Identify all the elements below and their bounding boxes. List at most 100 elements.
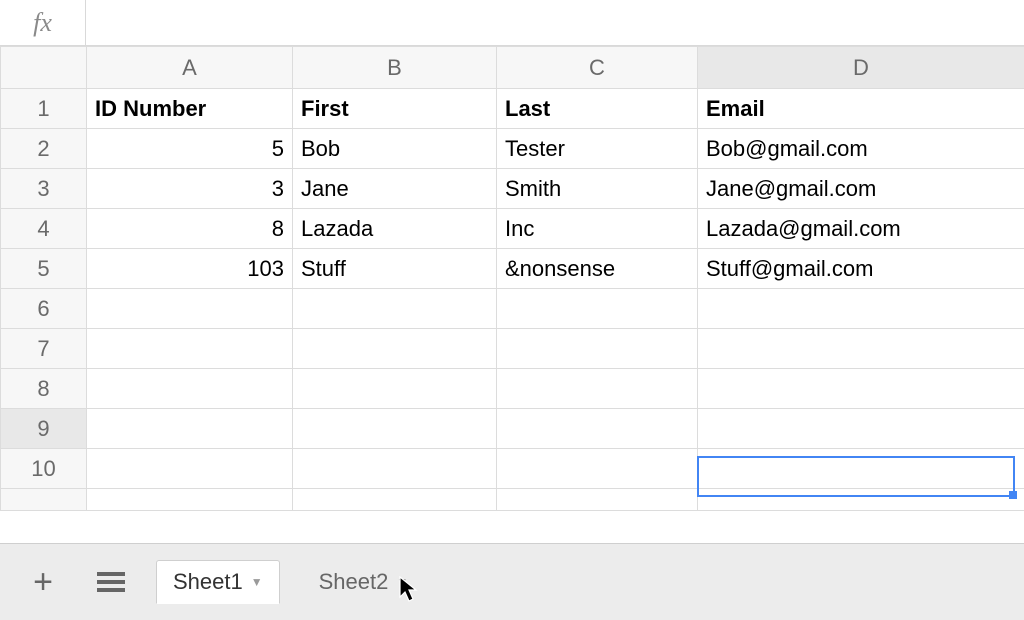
row-header-5[interactable]: 5 [1, 249, 87, 289]
sheet-tab-1[interactable]: Sheet1 ▼ [156, 560, 280, 604]
chevron-down-icon[interactable]: ▼ [251, 575, 263, 589]
cell-C3[interactable]: Smith [497, 169, 698, 209]
cell-C5[interactable]: &nonsense [497, 249, 698, 289]
col-header-label: B [387, 55, 402, 80]
cell-text: Lazada@gmail.com [706, 216, 901, 241]
row-header-1[interactable]: 1 [1, 89, 87, 129]
spreadsheet-grid: A B C D 1 ID Number First Last Email 2 5… [0, 46, 1024, 511]
cell-B11[interactable] [293, 489, 497, 511]
fx-icon: fx [0, 0, 86, 45]
cell-B6[interactable] [293, 289, 497, 329]
add-sheet-button[interactable]: + [20, 559, 66, 605]
row-10: 10 [1, 449, 1024, 489]
cell-text: Smith [505, 176, 561, 201]
cell-C11[interactable] [497, 489, 698, 511]
col-header-C[interactable]: C [497, 47, 698, 89]
sheet-tab-label: Sheet1 [173, 569, 243, 595]
row-header-7[interactable]: 7 [1, 329, 87, 369]
cell-B2[interactable]: Bob [293, 129, 497, 169]
row-7: 7 [1, 329, 1024, 369]
col-header-B[interactable]: B [293, 47, 497, 89]
row-header-3[interactable]: 3 [1, 169, 87, 209]
cell-D9[interactable] [698, 409, 1024, 449]
cell-B4[interactable]: Lazada [293, 209, 497, 249]
col-header-D[interactable]: D [698, 47, 1024, 89]
cell-D7[interactable] [698, 329, 1024, 369]
cell-B8[interactable] [293, 369, 497, 409]
cell-text: Inc [505, 216, 534, 241]
sheet-tab-2[interactable]: Sheet2 ▼ [302, 560, 426, 604]
cell-C9[interactable] [497, 409, 698, 449]
row-header-2[interactable]: 2 [1, 129, 87, 169]
row-header-label: 10 [31, 456, 55, 481]
row-2: 2 5 Bob Tester Bob@gmail.com [1, 129, 1024, 169]
cell-D3[interactable]: Jane@gmail.com [698, 169, 1024, 209]
cell-A6[interactable] [87, 289, 293, 329]
chevron-down-icon[interactable]: ▼ [396, 575, 408, 589]
cell-A8[interactable] [87, 369, 293, 409]
cell-B10[interactable] [293, 449, 497, 489]
cell-D4[interactable]: Lazada@gmail.com [698, 209, 1024, 249]
cell-A1[interactable]: ID Number [87, 89, 293, 129]
row-1: 1 ID Number First Last Email [1, 89, 1024, 129]
cell-text: Jane@gmail.com [706, 176, 876, 201]
row-header-9[interactable]: 9 [1, 409, 87, 449]
cell-text: Stuff@gmail.com [706, 256, 873, 281]
cell-C10[interactable] [497, 449, 698, 489]
cell-A4[interactable]: 8 [87, 209, 293, 249]
cell-text: &nonsense [505, 256, 615, 281]
row-4: 4 8 Lazada Inc Lazada@gmail.com [1, 209, 1024, 249]
row-header-label: 9 [37, 416, 49, 441]
row-header-10[interactable]: 10 [1, 449, 87, 489]
cell-B5[interactable]: Stuff [293, 249, 497, 289]
row-header-11[interactable] [1, 489, 87, 511]
cell-C6[interactable] [497, 289, 698, 329]
cell-D2[interactable]: Bob@gmail.com [698, 129, 1024, 169]
cell-C1[interactable]: Last [497, 89, 698, 129]
column-header-row: A B C D [1, 47, 1024, 89]
col-header-A[interactable]: A [87, 47, 293, 89]
cell-B3[interactable]: Jane [293, 169, 497, 209]
cell-B1[interactable]: First [293, 89, 497, 129]
cell-A9[interactable] [87, 409, 293, 449]
cell-A7[interactable] [87, 329, 293, 369]
cell-text: First [301, 96, 349, 121]
cell-text: Stuff [301, 256, 346, 281]
formula-bar: fx [0, 0, 1024, 46]
cell-D5[interactable]: Stuff@gmail.com [698, 249, 1024, 289]
row-header-4[interactable]: 4 [1, 209, 87, 249]
cell-C7[interactable] [497, 329, 698, 369]
cell-B7[interactable] [293, 329, 497, 369]
row-11-partial [1, 489, 1024, 511]
cell-A11[interactable] [87, 489, 293, 511]
cell-C2[interactable]: Tester [497, 129, 698, 169]
cell-D1[interactable]: Email [698, 89, 1024, 129]
grid-table: A B C D 1 ID Number First Last Email 2 5… [0, 46, 1024, 511]
cell-A10[interactable] [87, 449, 293, 489]
select-all-corner[interactable] [1, 47, 87, 89]
col-header-label: D [853, 55, 869, 80]
row-5: 5 103 Stuff &nonsense Stuff@gmail.com [1, 249, 1024, 289]
col-header-label: A [182, 55, 197, 80]
cell-C8[interactable] [497, 369, 698, 409]
cell-D10[interactable] [698, 449, 1024, 489]
cell-text: 8 [272, 216, 284, 241]
cell-D6[interactable] [698, 289, 1024, 329]
plus-icon: + [33, 565, 53, 599]
sheet-tab-bar: + Sheet1 ▼ Sheet2 ▼ [0, 543, 1024, 620]
cell-D11[interactable] [698, 489, 1024, 511]
row-header-8[interactable]: 8 [1, 369, 87, 409]
cell-D8[interactable] [698, 369, 1024, 409]
all-sheets-button[interactable] [88, 559, 134, 605]
row-header-6[interactable]: 6 [1, 289, 87, 329]
cell-text: Email [706, 96, 765, 121]
cell-B9[interactable] [293, 409, 497, 449]
cell-C4[interactable]: Inc [497, 209, 698, 249]
row-6: 6 [1, 289, 1024, 329]
cell-A2[interactable]: 5 [87, 129, 293, 169]
formula-input[interactable] [86, 0, 1024, 45]
sheet-tab-label: Sheet2 [319, 569, 389, 595]
cell-A3[interactable]: 3 [87, 169, 293, 209]
cell-A5[interactable]: 103 [87, 249, 293, 289]
row-9: 9 [1, 409, 1024, 449]
